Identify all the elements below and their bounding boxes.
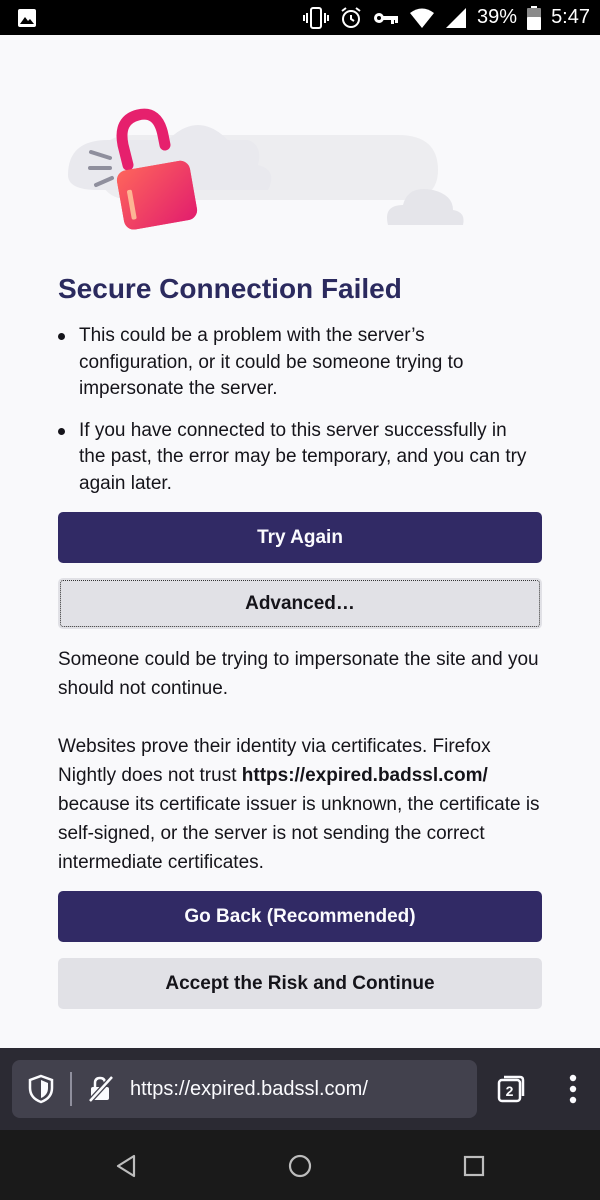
status-bar: 39% 5:47 xyxy=(0,0,600,35)
battery-icon xyxy=(527,5,542,30)
back-icon[interactable] xyxy=(115,1154,137,1178)
list-item-text: If you have connected to this server suc… xyxy=(79,419,527,494)
accept-risk-button[interactable]: Accept the Risk and Continue xyxy=(58,958,542,1009)
tracking-protection-shield-icon[interactable] xyxy=(28,1074,54,1104)
wifi-icon xyxy=(410,8,435,28)
url-bar-divider xyxy=(70,1072,72,1106)
bullet-dot xyxy=(58,333,65,340)
browser-toolbar: https://expired.badssl.com/ 2 xyxy=(0,1048,600,1130)
try-again-button[interactable]: Try Again xyxy=(58,512,542,563)
list-item-text: This could be a problem with the server’… xyxy=(79,325,464,399)
broken-lock-illustration xyxy=(68,108,464,230)
cell-signal-icon xyxy=(446,7,467,28)
clock: 5:47 xyxy=(551,6,590,28)
tab-count: 2 xyxy=(506,1083,514,1099)
cert-text-after: because its certificate issuer is unknow… xyxy=(58,794,540,873)
recents-icon[interactable] xyxy=(463,1155,485,1177)
bullet-dot xyxy=(58,427,65,435)
url-bar[interactable]: https://expired.badssl.com/ xyxy=(12,1060,477,1118)
menu-kebab-icon[interactable] xyxy=(566,1072,580,1106)
insecure-lock-icon[interactable] xyxy=(88,1075,114,1103)
list-item: If you have connected to this server suc… xyxy=(58,418,528,498)
url-text[interactable]: https://expired.badssl.com/ xyxy=(130,1078,368,1101)
home-icon[interactable] xyxy=(288,1154,312,1178)
image-notification-icon xyxy=(18,9,36,27)
advanced-button[interactable]: Advanced… xyxy=(58,578,542,629)
key-icon xyxy=(374,12,399,24)
system-navigation-bar xyxy=(0,1130,600,1200)
certificate-explanation: Websites prove their identity via certif… xyxy=(58,732,548,877)
go-back-button[interactable]: Go Back (Recommended) xyxy=(58,891,542,942)
alarm-icon xyxy=(341,6,361,28)
tabs-counter-icon[interactable]: 2 xyxy=(497,1074,526,1103)
cert-host: https://expired.badssl.com/ xyxy=(241,765,488,786)
warning-text: Someone could be trying to impersonate t… xyxy=(58,649,539,699)
error-reasons-list: This could be a problem with the server’… xyxy=(58,323,528,512)
error-page: Secure Connection Failed This could be a… xyxy=(0,35,600,1048)
page-title: Secure Connection Failed xyxy=(58,273,402,304)
battery-percent: 39% xyxy=(477,6,518,28)
vibrate-icon xyxy=(303,6,330,29)
list-item: This could be a problem with the server’… xyxy=(58,323,528,403)
